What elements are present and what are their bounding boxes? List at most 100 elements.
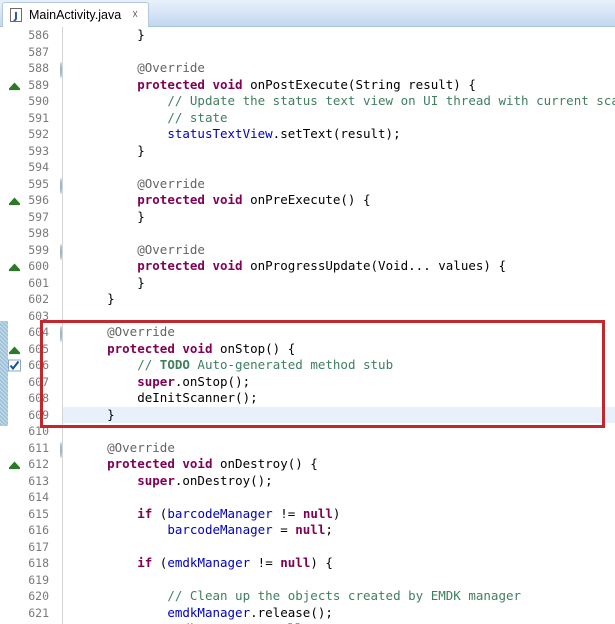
line-number[interactable]: 615 bbox=[8, 506, 63, 523]
code-token-fld: emdkManager bbox=[167, 555, 251, 570]
fold-collapse-icon[interactable] bbox=[50, 62, 62, 79]
code-line[interactable]: } bbox=[63, 209, 615, 226]
code-line[interactable]: protected void onProgressUpdate(Void... … bbox=[63, 258, 615, 275]
tab-label: MainActivity.java bbox=[29, 7, 122, 22]
line-number[interactable]: 603 bbox=[8, 308, 63, 325]
todo-task-icon[interactable] bbox=[8, 359, 21, 372]
code-line[interactable]: if (emdkManager != null) { bbox=[63, 555, 615, 572]
close-icon[interactable]: ☓ bbox=[129, 9, 141, 21]
override-method-icon[interactable] bbox=[8, 195, 21, 206]
line-number[interactable]: 614 bbox=[8, 489, 63, 506]
code-token-plain: .onStop(); bbox=[174, 373, 251, 389]
code-line[interactable]: } bbox=[63, 275, 615, 292]
line-number[interactable]: 617 bbox=[8, 539, 63, 556]
code-line[interactable]: } bbox=[63, 291, 615, 308]
code-token-plain: onStop() { bbox=[212, 340, 296, 356]
line-number[interactable]: 611 bbox=[8, 440, 63, 458]
code-editor[interactable]: 586 587 588 589 590 591 592 593 594 595 596 597 598 5… bbox=[0, 27, 615, 624]
override-method-icon[interactable] bbox=[8, 261, 21, 272]
line-number[interactable]: 612 bbox=[8, 456, 63, 473]
line-number[interactable]: 610 bbox=[8, 423, 63, 440]
code-text-area[interactable]: } @Override protected void onPostExecute… bbox=[63, 27, 615, 624]
line-number[interactable]: 587 bbox=[8, 44, 63, 61]
line-number[interactable]: 589 bbox=[8, 77, 63, 94]
line-number[interactable]: 613 bbox=[8, 473, 63, 490]
code-line[interactable]: @Override bbox=[63, 440, 615, 457]
line-number[interactable]: 586 bbox=[8, 27, 63, 44]
code-line[interactable]: } bbox=[63, 406, 615, 423]
code-line[interactable] bbox=[63, 308, 615, 325]
code-token-plain: } bbox=[77, 27, 145, 42]
line-number[interactable]: 590 bbox=[8, 93, 63, 110]
line-number[interactable]: 602 bbox=[8, 291, 63, 308]
line-number[interactable]: 604 bbox=[8, 324, 63, 343]
code-line[interactable]: // TODO Auto-generated method stub bbox=[63, 357, 615, 374]
fold-collapse-icon[interactable] bbox=[50, 243, 62, 260]
line-number[interactable]: 607 bbox=[8, 374, 63, 391]
line-number[interactable]: 608 bbox=[8, 390, 63, 407]
line-number[interactable]: 588 bbox=[8, 60, 63, 79]
line-number[interactable]: 599 bbox=[8, 242, 63, 260]
code-token-ann: @Override bbox=[137, 175, 205, 191]
code-line[interactable]: if (barcodeManager != null) bbox=[63, 506, 615, 523]
override-method-icon[interactable] bbox=[8, 459, 21, 470]
code-line[interactable] bbox=[63, 44, 615, 61]
code-line[interactable]: protected void onStop() { bbox=[63, 341, 615, 358]
code-line[interactable]: protected void onPostExecute(String resu… bbox=[63, 77, 615, 94]
line-number[interactable]: 598 bbox=[8, 225, 63, 242]
code-line[interactable]: @Override bbox=[63, 60, 615, 77]
line-number[interactable]: 618 bbox=[8, 555, 63, 572]
line-number[interactable]: 619 bbox=[8, 572, 63, 589]
code-line[interactable]: emdkManager.release(); bbox=[63, 605, 615, 622]
override-method-icon[interactable] bbox=[8, 79, 21, 90]
code-line[interactable]: barcodeManager = null; bbox=[63, 522, 615, 539]
code-line[interactable]: @Override bbox=[63, 176, 615, 193]
code-line[interactable] bbox=[63, 159, 615, 176]
code-line[interactable] bbox=[63, 572, 615, 589]
line-number[interactable]: 595 bbox=[8, 176, 63, 194]
line-number[interactable]: 592 bbox=[8, 126, 63, 143]
code-token-fld: emdkManager bbox=[167, 604, 251, 620]
line-number[interactable]: 594 bbox=[8, 159, 63, 176]
code-line[interactable]: statusTextView.setText(result); bbox=[63, 126, 615, 143]
line-number[interactable]: 605 bbox=[8, 341, 63, 358]
line-number[interactable]: 609 bbox=[8, 407, 63, 424]
line-number[interactable]: 616 bbox=[8, 522, 63, 539]
code-line[interactable]: } bbox=[63, 143, 615, 160]
code-token-cmt: // Update the status text view on UI thr… bbox=[167, 93, 615, 108]
fold-collapse-icon[interactable] bbox=[50, 177, 62, 194]
line-number[interactable]: 620 bbox=[8, 588, 63, 605]
code-line[interactable] bbox=[63, 423, 615, 440]
line-number[interactable]: 597 bbox=[8, 209, 63, 226]
code-line[interactable]: // Update the status text view on UI thr… bbox=[63, 93, 615, 110]
tab-mainactivity-java[interactable]: J MainActivity.java ☓ bbox=[2, 2, 150, 27]
code-line[interactable]: @Override bbox=[63, 242, 615, 259]
line-number[interactable]: 606 bbox=[8, 357, 63, 374]
code-token-plain: } bbox=[77, 406, 115, 422]
line-number[interactable]: 601 bbox=[8, 275, 63, 292]
line-number-gutter[interactable]: 586 587 588 589 590 591 592 593 594 595 596 597 598 5… bbox=[8, 27, 63, 624]
code-line[interactable]: // Clean up the objects created by EMDK … bbox=[63, 588, 615, 605]
line-number[interactable]: 621 bbox=[8, 605, 63, 622]
line-number[interactable]: 600 bbox=[8, 258, 63, 275]
override-method-icon[interactable] bbox=[8, 343, 21, 354]
line-number[interactable]: 593 bbox=[8, 143, 63, 160]
code-line[interactable]: protected void onPreExecute() { bbox=[63, 192, 615, 209]
fold-collapse-icon[interactable] bbox=[50, 326, 62, 343]
line-number[interactable]: 596 bbox=[8, 192, 63, 209]
code-line[interactable]: } bbox=[63, 27, 615, 44]
code-line[interactable]: @Override bbox=[63, 324, 615, 341]
code-line[interactable]: // state bbox=[63, 110, 615, 127]
code-line[interactable]: super.onStop(); bbox=[63, 374, 615, 391]
code-line[interactable] bbox=[63, 539, 615, 556]
line-number[interactable]: 591 bbox=[8, 110, 63, 127]
code-line[interactable]: super.onDestroy(); bbox=[63, 473, 615, 490]
code-line[interactable]: deInitScanner(); bbox=[63, 390, 615, 407]
code-line[interactable] bbox=[63, 225, 615, 242]
fold-collapse-icon[interactable] bbox=[50, 441, 62, 458]
code-line[interactable] bbox=[63, 489, 615, 506]
code-line[interactable]: protected void onDestroy() { bbox=[63, 456, 615, 473]
